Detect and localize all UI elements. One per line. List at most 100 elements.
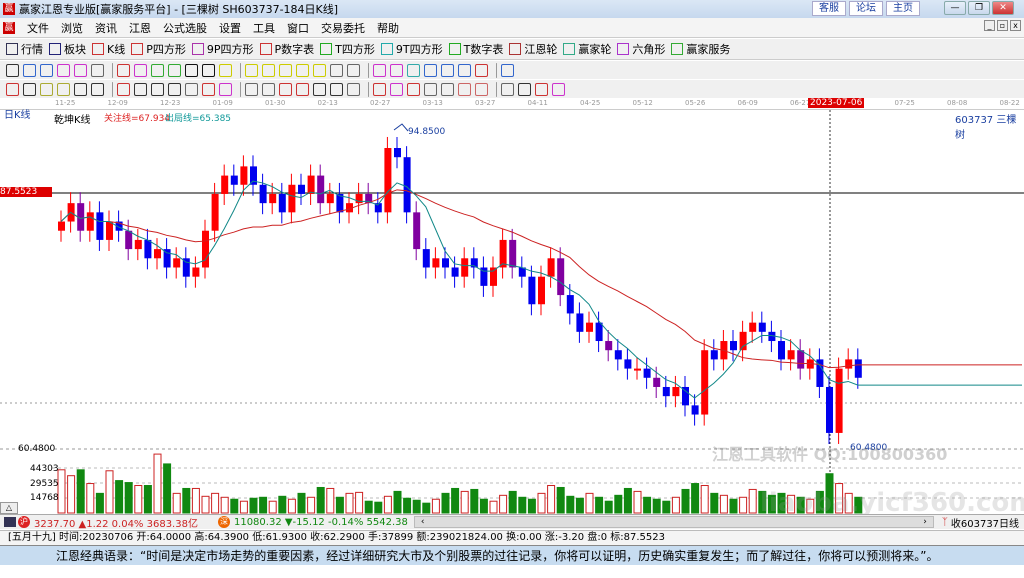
menu-browse[interactable]: 浏览 — [61, 20, 83, 36]
tool-icon[interactable] — [373, 82, 386, 96]
tool-icon[interactable] — [219, 82, 232, 96]
tool-icon[interactable] — [390, 63, 403, 77]
menu-news[interactable]: 资讯 — [95, 20, 117, 36]
tool-icon[interactable] — [262, 82, 275, 96]
tool-icon[interactable] — [168, 63, 181, 77]
tool-icon[interactable] — [330, 63, 343, 77]
toolbar-9t-square-button[interactable]: 9T四方形 — [380, 41, 443, 57]
tool-icon[interactable] — [117, 63, 130, 77]
tool-icon[interactable] — [57, 63, 70, 77]
tool-icon[interactable] — [407, 82, 420, 96]
tool-icon[interactable] — [475, 63, 488, 77]
tool-icon[interactable] — [552, 82, 565, 96]
tool-icon[interactable] — [475, 82, 488, 96]
tool-icon[interactable] — [185, 63, 198, 77]
mdi-restore-button[interactable]: ▫ — [997, 20, 1008, 31]
tool-icon[interactable] — [347, 82, 360, 96]
tool-icon[interactable] — [91, 63, 104, 77]
tool-icon[interactable] — [134, 63, 147, 77]
tool-icon[interactable] — [74, 63, 87, 77]
mdi-close-button[interactable]: x — [1010, 20, 1021, 31]
scroll-right-icon[interactable]: › — [923, 517, 927, 527]
tool-icon[interactable] — [262, 63, 275, 77]
tool-icon[interactable] — [330, 82, 343, 96]
tool-icon[interactable] — [458, 63, 471, 77]
tool-icon[interactable] — [296, 63, 309, 77]
scroll-left-icon[interactable]: ‹ — [421, 517, 425, 527]
ticker-scrollbar[interactable]: ‹ › — [413, 516, 934, 528]
toolbar-sector-button[interactable]: 板块 — [49, 41, 86, 57]
tool-icon[interactable] — [424, 82, 437, 96]
menu-window[interactable]: 窗口 — [287, 20, 309, 36]
tool-icon[interactable] — [518, 82, 531, 96]
toolbar-p-number-table-button[interactable]: P数字表 — [259, 41, 314, 57]
tool-icon[interactable] — [134, 82, 147, 96]
tool-icon[interactable] — [40, 63, 53, 77]
toolbar-t-square-button[interactable]: T四方形 — [320, 41, 375, 57]
tool-icon[interactable] — [117, 82, 130, 96]
tool-icon[interactable] — [185, 82, 198, 96]
tool-icon[interactable] — [313, 82, 326, 96]
restore-button[interactable]: ❐ — [968, 1, 990, 15]
toolbar-winner-wheel-button[interactable]: 赢家轮 — [563, 41, 611, 57]
minimize-button[interactable]: — — [944, 1, 966, 15]
tool-icon[interactable] — [168, 82, 181, 96]
forum-link[interactable]: 论坛 — [849, 1, 883, 16]
tool-icon[interactable] — [6, 82, 19, 96]
tool-icon[interactable] — [501, 82, 514, 96]
toolbar-quote-table-button[interactable]: 行情 — [6, 41, 43, 57]
toolbar-gann-wheel-button[interactable]: 江恩轮 — [509, 41, 557, 57]
tool-icon[interactable] — [441, 82, 454, 96]
tool-icon[interactable] — [245, 82, 258, 96]
tool-icon[interactable] — [347, 63, 360, 77]
tool-icon[interactable] — [535, 82, 548, 96]
date-tick: 11-25 — [55, 99, 76, 107]
close-button[interactable]: ✕ — [992, 1, 1014, 15]
collapse-panel-button[interactable]: △ — [0, 502, 18, 514]
tool-icon[interactable] — [23, 63, 36, 77]
menu-file[interactable]: 文件 — [27, 20, 49, 36]
tool-icon[interactable] — [296, 82, 309, 96]
tool-icon[interactable] — [6, 63, 19, 77]
tool-icon[interactable] — [219, 63, 232, 77]
kline-chart[interactable]: 日K线 乾坤K线 关注线=67.934 出局线=65.385 603737 三棵… — [0, 110, 1024, 518]
tool-icon[interactable] — [74, 82, 87, 96]
tool-icon[interactable] — [57, 82, 70, 96]
tool-icon[interactable] — [279, 82, 292, 96]
tool-icon[interactable] — [151, 82, 164, 96]
toolbar-hexagon-button[interactable]: 六角形 — [617, 41, 665, 57]
tool-icon[interactable] — [441, 63, 454, 77]
cursor-date-label: 2023-07-06 — [808, 98, 865, 108]
tool-icon[interactable] — [373, 63, 386, 77]
tool-icon[interactable] — [279, 63, 292, 77]
tool-icon[interactable] — [23, 82, 36, 96]
menu-trade[interactable]: 交易委托 — [321, 20, 365, 36]
menu-formula[interactable]: 公式选股 — [163, 20, 207, 36]
tool-icon[interactable] — [501, 63, 514, 77]
tool-icon[interactable] — [91, 82, 104, 96]
tool-icon[interactable] — [458, 82, 471, 96]
toolbar-dollar-button[interactable]: 赢家服务 — [671, 41, 730, 57]
tool-icon[interactable] — [202, 82, 215, 96]
tool-icon[interactable] — [151, 63, 164, 77]
toolbar-9p-square-button[interactable]: 9P四方形 — [191, 41, 254, 57]
tool-icon[interactable] — [407, 63, 420, 77]
volume-bar — [431, 498, 440, 514]
tool-icon[interactable] — [202, 63, 215, 77]
tool-icon[interactable] — [424, 63, 437, 77]
tool-icon[interactable] — [390, 82, 403, 96]
tool-icon[interactable] — [245, 63, 258, 77]
toolbar-t-number-table-button[interactable]: T数字表 — [448, 41, 503, 57]
menu-gann[interactable]: 江恩 — [129, 20, 151, 36]
toolbar-p-square-button[interactable]: P四方形 — [131, 41, 186, 57]
tool-icon[interactable] — [40, 82, 53, 96]
tool-icon[interactable] — [313, 63, 326, 77]
toolbar-kline-button[interactable]: K线 — [92, 41, 125, 57]
menu-settings[interactable]: 设置 — [219, 20, 241, 36]
homepage-link[interactable]: 主页 — [886, 1, 920, 16]
menu-tools[interactable]: 工具 — [253, 20, 275, 36]
mdi-minimize-button[interactable]: _ — [984, 20, 995, 31]
menu-help[interactable]: 帮助 — [377, 20, 399, 36]
date-tick: 01-09 — [212, 99, 233, 107]
service-link[interactable]: 客服 — [812, 1, 846, 16]
